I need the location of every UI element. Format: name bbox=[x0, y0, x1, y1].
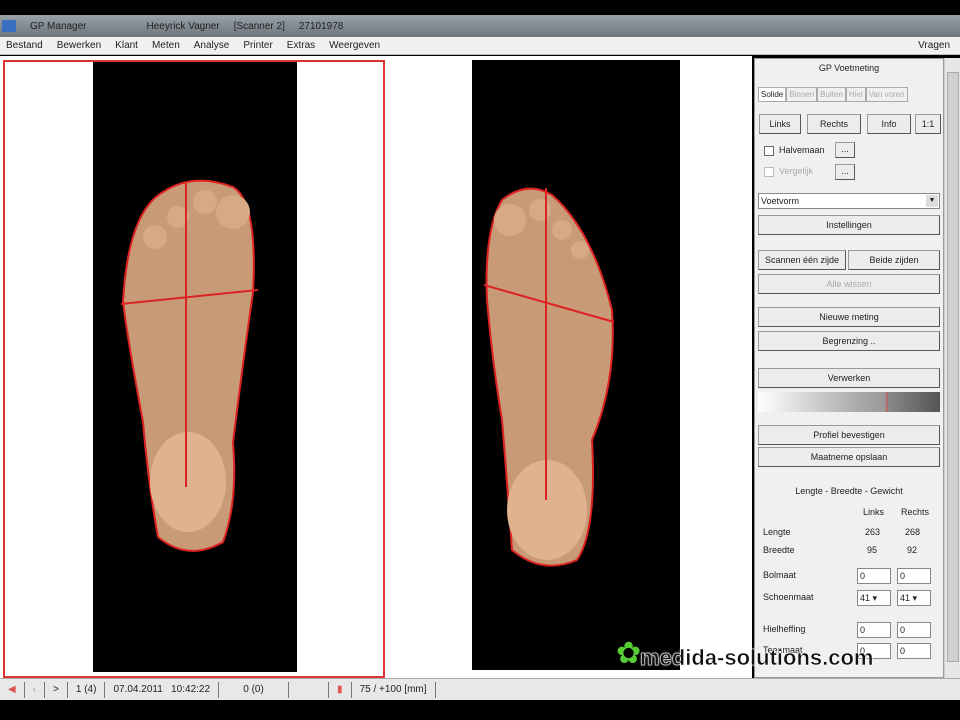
scale-1-1-button[interactable]: 1:1 bbox=[915, 114, 941, 134]
right-foot-scan[interactable] bbox=[472, 60, 680, 670]
hielheffing-left-input[interactable]: 0 bbox=[857, 622, 891, 638]
col-rechts: Rechts bbox=[901, 507, 930, 517]
instellingen-button[interactable]: Instellingen bbox=[758, 215, 940, 235]
lengte-label: Lengte bbox=[763, 527, 791, 537]
record-count: 0 (0) bbox=[219, 681, 290, 698]
vergelijk-checkbox[interactable] bbox=[764, 167, 774, 177]
breedte-label: Breedte bbox=[763, 545, 795, 555]
boundary-button[interactable]: Begrenzing .. bbox=[758, 331, 940, 351]
bolmaat-left-input[interactable]: 0 bbox=[857, 568, 891, 584]
record-index: 1 (4) bbox=[68, 681, 106, 698]
rechts-button[interactable]: Rechts bbox=[807, 114, 861, 134]
schoenmaat-left-value: 41 bbox=[860, 593, 871, 603]
record-date: 07.04.2011 10:42:22 bbox=[105, 681, 220, 698]
menu-bar: Bestand Bewerken Klant Meten Analyse Pri… bbox=[0, 37, 960, 55]
halvemaan-options-button[interactable]: ... bbox=[835, 142, 855, 158]
halvemaan-checkbox[interactable] bbox=[764, 146, 774, 156]
vergelijk-label: Vergelijk bbox=[779, 166, 814, 176]
title-bar: GP Manager Heeyrick Vagner [Scanner 2] 2… bbox=[0, 15, 960, 37]
client-name: Heeyrick Vagner bbox=[146, 20, 220, 32]
menu-analyse[interactable]: Analyse bbox=[194, 40, 230, 51]
scan-one-side-button[interactable]: Scannen één zijde bbox=[758, 250, 846, 270]
section-title: Lengte - Breedte - Gewicht bbox=[795, 486, 903, 496]
scrollbar-thumb[interactable] bbox=[947, 72, 959, 662]
app-icon bbox=[2, 20, 16, 32]
tab-solide[interactable]: Solide bbox=[758, 87, 787, 102]
scan-both-sides-button[interactable]: Beide zijden bbox=[848, 250, 940, 270]
tab-binnen[interactable]: Binnen bbox=[786, 87, 818, 102]
lengte-left: 263 bbox=[865, 527, 881, 537]
view-tabs: Solide Binnen Buiten Hiel Van voren bbox=[758, 87, 908, 102]
left-foot-scan[interactable] bbox=[93, 62, 297, 672]
gradient-slider[interactable] bbox=[758, 392, 940, 412]
schoenmaat-right-value: 41 bbox=[900, 593, 911, 603]
foot-shape-dropdown[interactable]: Voetvorm ▼ bbox=[758, 193, 940, 209]
hielheffing-right-input[interactable]: 0 bbox=[897, 622, 931, 638]
schoenmaat-right-select[interactable]: 41 ▾ bbox=[897, 590, 931, 606]
menu-weergeven[interactable]: Weergeven bbox=[329, 40, 380, 51]
time-text: 10:42:22 bbox=[171, 683, 211, 695]
menu-bewerken[interactable]: Bewerken bbox=[57, 40, 101, 51]
right-foot-image bbox=[483, 187, 615, 567]
status-empty bbox=[289, 681, 330, 698]
next-record-icon[interactable]: > bbox=[45, 681, 68, 698]
prev-record-icon[interactable]: ‹ bbox=[25, 681, 46, 698]
tab-hiel[interactable]: Hiel bbox=[845, 87, 866, 102]
left-foot-image bbox=[120, 179, 259, 552]
bolmaat-label: Bolmaat bbox=[763, 570, 797, 580]
scan-workarea bbox=[0, 56, 752, 678]
process-button[interactable]: Verwerken bbox=[758, 368, 940, 388]
watermark-text: medida-solutions.com bbox=[640, 645, 874, 671]
scale-readout: 75 / +100 [mm] bbox=[352, 681, 436, 698]
left-foot-view[interactable] bbox=[3, 60, 385, 678]
chevron-down-icon[interactable]: ▼ bbox=[926, 195, 938, 207]
menu-vragen[interactable]: Vragen bbox=[918, 40, 950, 51]
menu-extras[interactable]: Extras bbox=[287, 40, 315, 51]
schoenmaat-left-select[interactable]: 41 ▾ bbox=[857, 590, 891, 606]
menu-klant[interactable]: Klant bbox=[115, 40, 138, 51]
menu-bestand[interactable]: Bestand bbox=[6, 40, 43, 51]
app-title: GP Manager bbox=[30, 20, 87, 32]
new-measurement-button[interactable]: Nieuwe meting bbox=[758, 307, 940, 327]
schoenmaat-label: Schoenmaat bbox=[763, 592, 814, 602]
status-bar: ◀ ‹ > 1 (4) 07.04.2011 10:42:22 0 (0) ▮ … bbox=[0, 678, 960, 700]
links-button[interactable]: Links bbox=[759, 114, 801, 134]
vergelijk-options-button[interactable]: ... bbox=[835, 164, 855, 180]
client-date: 27101978 bbox=[298, 20, 344, 32]
right-foot-view[interactable] bbox=[388, 60, 752, 678]
save-measurement-button[interactable]: Maatneme opslaan bbox=[758, 447, 940, 467]
lengte-right: 268 bbox=[905, 527, 921, 537]
tab-buiten[interactable]: Buiten bbox=[817, 87, 846, 102]
breedte-left: 95 bbox=[867, 545, 878, 555]
measurement-panel: GP Voetmeting Solide Binnen Buiten Hiel Van … bbox=[754, 58, 944, 678]
menu-printer[interactable]: Printer bbox=[243, 40, 272, 51]
flag-icon: ▮ bbox=[329, 681, 352, 698]
teenmaat-right-input[interactable]: 0 bbox=[897, 643, 931, 659]
hielheffing-label: Hielheffing bbox=[763, 624, 806, 634]
clear-all-button[interactable]: Alle wissen bbox=[758, 274, 940, 294]
halvemaan-label: Halvemaan bbox=[779, 145, 825, 155]
bolmaat-right-input[interactable]: 0 bbox=[897, 568, 931, 584]
menu-meten[interactable]: Meten bbox=[152, 40, 180, 51]
panel-scrollbar[interactable] bbox=[944, 58, 960, 678]
info-button[interactable]: Info bbox=[867, 114, 911, 134]
panel-title: GP Voetmeting bbox=[818, 63, 880, 73]
tab-van-voren[interactable]: Van voren bbox=[865, 87, 908, 102]
breedte-right: 92 bbox=[907, 545, 918, 555]
date-text: 07.04.2011 bbox=[113, 683, 163, 695]
confirm-profile-button[interactable]: Profiel bevestigen bbox=[758, 425, 940, 445]
dropdown-value: Voetvorm bbox=[761, 196, 800, 206]
col-links: Links bbox=[863, 507, 885, 517]
first-record-icon[interactable]: ◀ bbox=[0, 681, 25, 698]
scanner-name: [Scanner 2] bbox=[233, 20, 285, 32]
